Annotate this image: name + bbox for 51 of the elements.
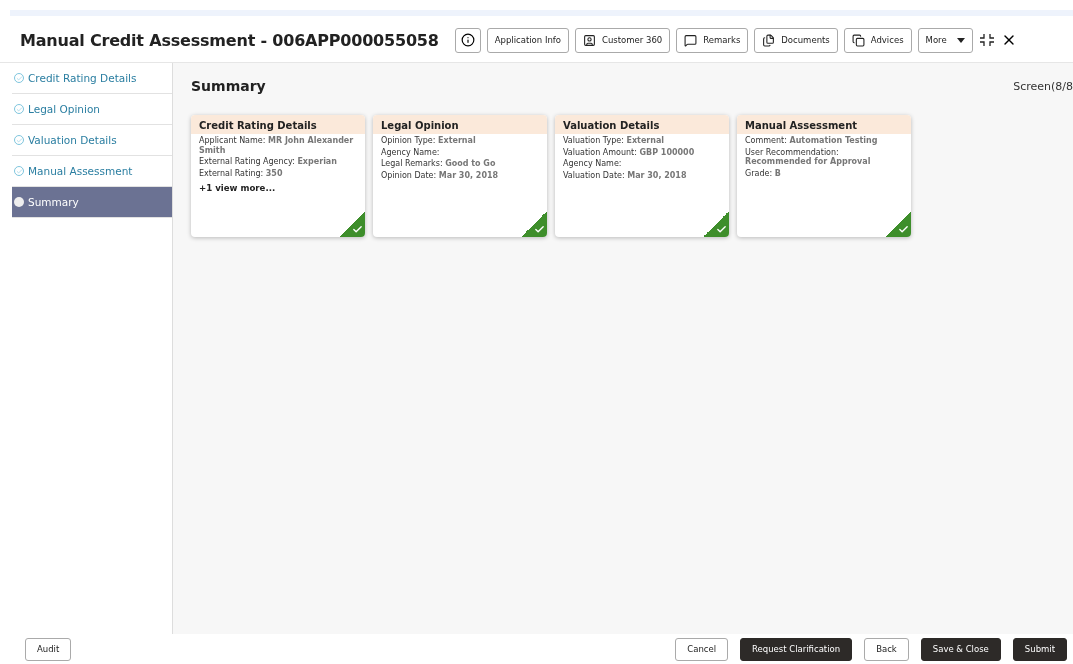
toolbar-button[interactable]: Advices [843,27,912,53]
card-field: User Recommendation: Recommended for Approval [745,147,903,167]
screen-counter: Screen(8/8 [1013,79,1073,93]
card-field: Valuation Type: External [563,136,721,146]
sidebar-item[interactable]: Summary [12,187,172,218]
secondary-button[interactable]: Back [864,637,909,661]
speech-bubble-icon [684,33,698,47]
toolbar-button[interactable]: Customer 360 [575,27,671,53]
card-title: Valuation Details [555,115,729,134]
card-field: Comment: Automation Testing [745,136,903,146]
summary-card[interactable]: Credit Rating Details Applicant Name: MR John Alexander Smith External Rating Agency: Experian External Rating: 350 +1 view more... [191,115,365,237]
page-title: Manual Credit Assessment - 006APP000055058 [20,30,439,50]
card-field: Valuation Date: Mar 30, 2018 [563,170,721,181]
section-title: Summary [191,78,266,94]
secondary-button[interactable]: Cancel [675,637,729,661]
toolbar-button[interactable]: Documents [754,27,838,53]
card-field: Opinion Type: External [381,136,539,146]
view-more-link[interactable]: +1 view more... [199,183,357,194]
primary-button[interactable]: Save & Close [920,637,1001,661]
collapse-icon[interactable] [978,33,995,47]
card-field: Applicant Name: MR John Alexander Smith [199,136,357,156]
summary-card[interactable]: Valuation Details Valuation Type: External Valuation Amount: GBP 100000 Agency Name: Valuation Date: Mar 30, 2018 [555,115,729,237]
card-title: Credit Rating Details [191,115,365,134]
check-icon [15,105,23,113]
card-title: Manual Assessment [737,115,911,134]
info-button[interactable] [454,27,481,53]
primary-button[interactable]: Request Clarification [740,637,853,661]
card-field: Legal Remarks: Good to Go [381,159,539,169]
summary-card[interactable]: Legal Opinion Opinion Type: External Agency Name: Legal Remarks: Good to Go Opinion Date: Mar 30, 2018 [373,115,547,237]
info-icon [460,33,475,47]
secondary-button[interactable]: Audit [25,637,72,661]
check-icon [15,136,23,144]
caret-icon [956,37,965,43]
primary-button[interactable]: Submit [1012,637,1067,661]
check-icon [15,167,23,175]
more-dropdown[interactable]: More [917,27,973,53]
toolbar-button[interactable]: Application Info [486,27,569,53]
card-field: Agency Name: [381,147,539,158]
check-icon [15,74,23,82]
card-field: Opinion Date: Mar 30, 2018 [381,170,539,181]
card-field: External Rating Agency: Experian [199,157,357,167]
documents-icon [762,33,776,47]
card-field: Agency Name: [563,159,721,169]
stacked-pages-icon [851,33,865,47]
card-field: Grade: B [745,168,903,179]
toolbar-button[interactable]: Remarks [676,27,749,53]
summary-card[interactable]: Manual Assessment Comment: Automation Testing User Recommendation: Recommended for Approval Grade: B [737,115,911,237]
card-field: Valuation Amount: GBP 100000 [563,147,721,158]
user-icon [583,33,596,47]
card-title: Legal Opinion [373,115,547,134]
card-field: External Rating: 350 [199,168,357,179]
